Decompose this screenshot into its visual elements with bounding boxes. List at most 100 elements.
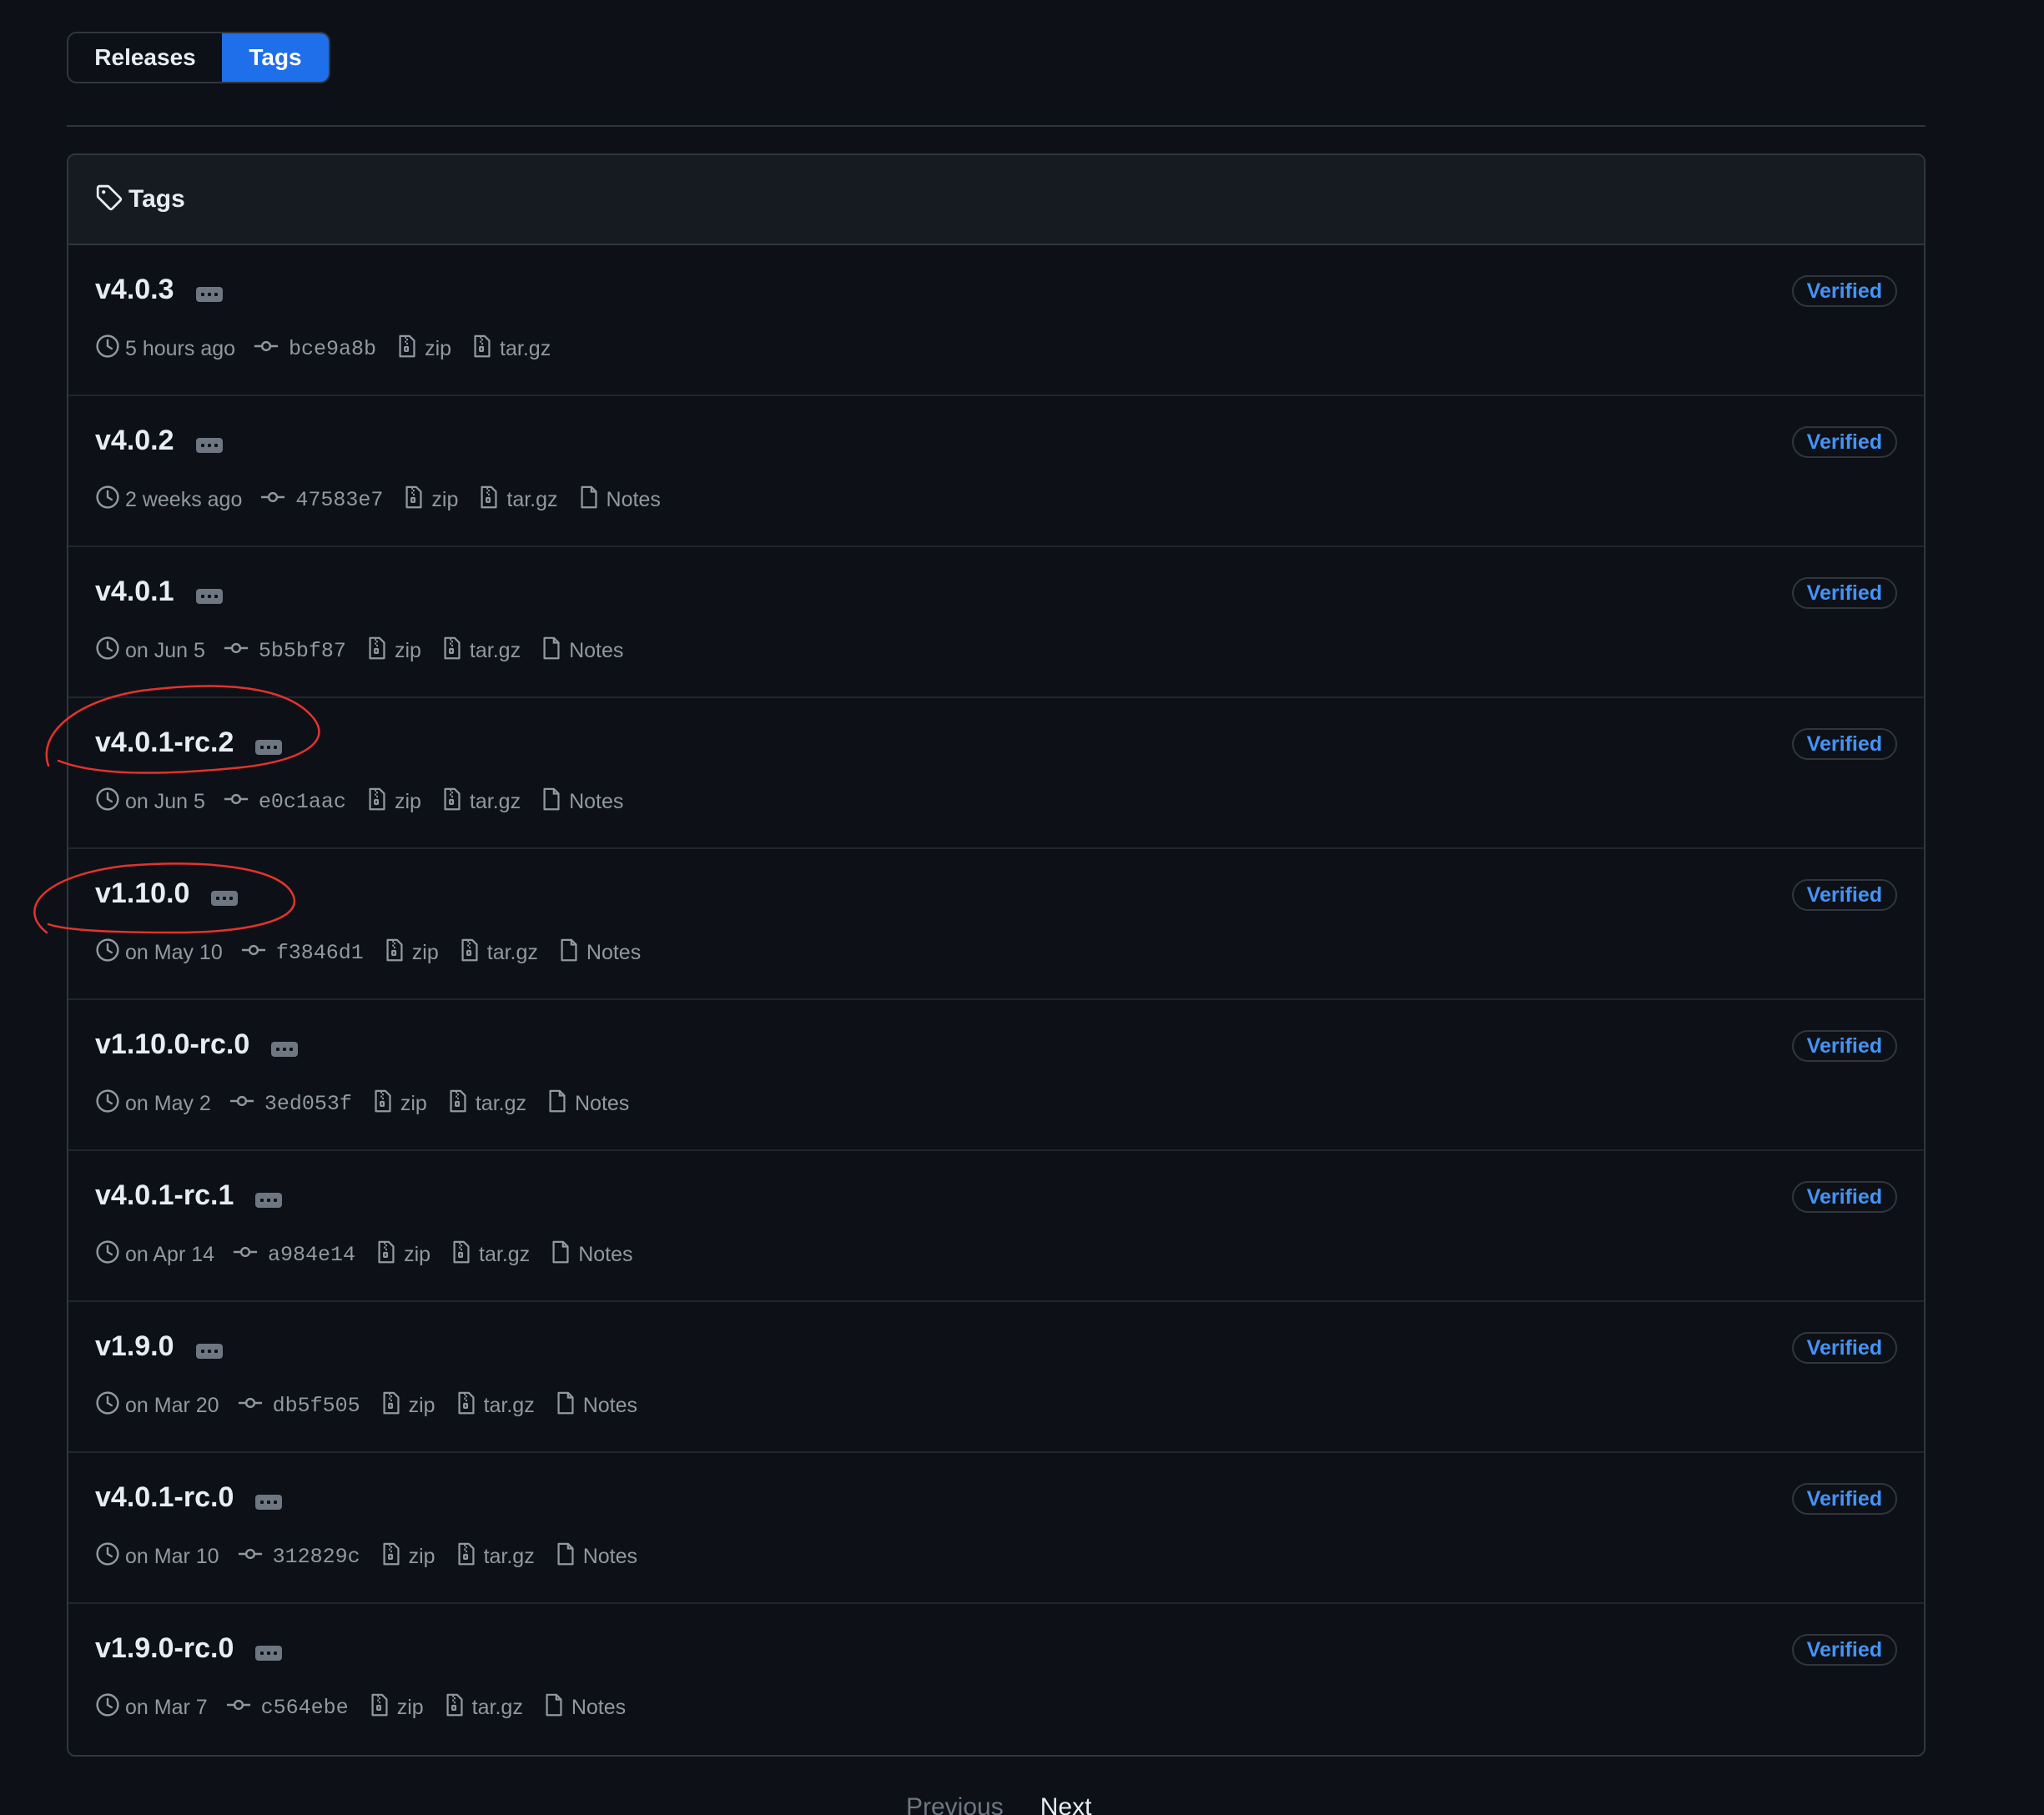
notes-label: Notes	[582, 1394, 638, 1417]
tags-tab[interactable]: Tags	[222, 33, 329, 82]
expand-details-button[interactable]	[255, 1645, 283, 1661]
commit-link[interactable]: c564ebe	[226, 1692, 349, 1723]
verified-badge[interactable]: Verified	[1791, 1634, 1897, 1666]
tag-row: v4.0.1-rc.0 Verified on Mar 10 312829c z…	[68, 1453, 1924, 1604]
zip-download-link[interactable]: zip	[370, 1088, 427, 1119]
expand-details-button[interactable]	[211, 890, 239, 906]
tag-name-link[interactable]: v1.10.0-rc.0	[95, 1028, 249, 1061]
next-page-button[interactable]: Next	[1040, 1793, 1092, 1815]
targz-label: tar.gz	[471, 1696, 523, 1719]
zip-download-link[interactable]: zip	[365, 787, 421, 817]
tag-name-link[interactable]: v1.9.0	[95, 1330, 174, 1363]
verified-badge[interactable]: Verified	[1791, 1181, 1897, 1213]
file-zip-icon	[365, 636, 390, 666]
targz-download-link[interactable]: tar.gz	[457, 938, 538, 968]
commit-link[interactable]: e0c1aac	[224, 787, 346, 817]
expand-details-button[interactable]	[195, 1343, 223, 1359]
expand-details-button[interactable]	[271, 1041, 299, 1057]
file-icon	[545, 1088, 570, 1119]
targz-download-link[interactable]: tar.gz	[446, 1088, 526, 1119]
commit-link[interactable]: f3846d1	[241, 938, 364, 968]
tag-name-link[interactable]: v4.0.1	[95, 576, 174, 608]
tag-name-link[interactable]: v4.0.1-rc.2	[95, 727, 234, 759]
expand-details-button[interactable]	[255, 739, 283, 755]
tag-meta: on May 10 f3846d1 zip tar.gz Notes	[95, 938, 659, 968]
tag-time-text: on May 10	[125, 941, 223, 964]
expand-details-button[interactable]	[195, 588, 223, 604]
verified-badge[interactable]: Verified	[1791, 728, 1897, 760]
expand-details-button[interactable]	[195, 286, 223, 302]
verified-badge[interactable]: Verified	[1791, 275, 1897, 307]
release-notes-link[interactable]: Notes	[553, 1390, 637, 1421]
tag-title-line: v4.0.1-rc.1	[95, 1179, 283, 1212]
release-notes-link[interactable]: Notes	[548, 1239, 633, 1270]
verified-badge[interactable]: Verified	[1791, 1332, 1897, 1364]
commit-link[interactable]: 312829c	[238, 1541, 360, 1572]
targz-download-link[interactable]: tar.gz	[449, 1239, 530, 1270]
verified-badge[interactable]: Verified	[1791, 1483, 1897, 1515]
release-notes-link[interactable]: Notes	[553, 1541, 637, 1572]
previous-page-button[interactable]: Previous	[906, 1793, 1004, 1815]
zip-download-link[interactable]: zip	[379, 1390, 435, 1421]
notes-label: Notes	[578, 1243, 633, 1266]
verified-badge[interactable]: Verified	[1791, 426, 1897, 458]
release-notes-link[interactable]: Notes	[576, 485, 661, 515]
expand-details-button[interactable]	[255, 1494, 283, 1510]
targz-label: tar.gz	[500, 337, 551, 360]
commit-link[interactable]: 47583e7	[260, 485, 383, 515]
zip-download-link[interactable]: zip	[365, 636, 421, 666]
tag-time-text: 5 hours ago	[125, 337, 236, 360]
targz-download-link[interactable]: tar.gz	[454, 1390, 535, 1421]
zip-download-link[interactable]: zip	[395, 334, 451, 365]
notes-label: Notes	[575, 1092, 630, 1115]
release-notes-link[interactable]: Notes	[539, 636, 623, 666]
zip-download-link[interactable]: zip	[401, 485, 458, 515]
tag-time-text: on Jun 5	[125, 790, 205, 813]
clock-icon	[95, 1088, 120, 1119]
release-notes-link[interactable]: Notes	[539, 787, 623, 817]
verified-badge[interactable]: Verified	[1791, 879, 1897, 911]
git-commit-icon	[238, 1541, 263, 1572]
tag-time-text: 2 weeks ago	[125, 488, 243, 511]
targz-download-link[interactable]: tar.gz	[470, 334, 551, 365]
release-notes-link[interactable]: Notes	[556, 938, 641, 968]
expand-details-button[interactable]	[195, 437, 223, 453]
commit-sha: a984e14	[268, 1243, 356, 1267]
tag-name-link[interactable]: v4.0.3	[95, 274, 174, 306]
targz-download-link[interactable]: tar.gz	[440, 636, 521, 666]
zip-download-link[interactable]: zip	[379, 1541, 435, 1572]
tag-name-link[interactable]: v4.0.1-rc.1	[95, 1179, 234, 1212]
file-zip-icon	[440, 636, 465, 666]
tag-title-line: v1.10.0	[95, 877, 239, 910]
release-notes-link[interactable]: Notes	[541, 1692, 626, 1723]
targz-download-link[interactable]: tar.gz	[440, 787, 521, 817]
releases-tab[interactable]: Releases	[68, 33, 222, 82]
tag-row: v4.0.2 Verified 2 weeks ago 47583e7 zip …	[68, 396, 1924, 547]
tag-name-link[interactable]: v4.0.1-rc.0	[95, 1481, 234, 1514]
commit-link[interactable]: 5b5bf87	[224, 636, 346, 666]
zip-download-link[interactable]: zip	[367, 1692, 424, 1723]
tag-time-text: on Jun 5	[125, 639, 205, 662]
zip-download-link[interactable]: zip	[374, 1239, 430, 1270]
commit-link[interactable]: bce9a8b	[254, 334, 376, 365]
tag-name-link[interactable]: v4.0.2	[95, 425, 174, 457]
tag-name-link[interactable]: v1.9.0-rc.0	[95, 1632, 234, 1665]
commit-link[interactable]: db5f505	[238, 1390, 360, 1421]
clock-icon	[95, 485, 120, 515]
tag-name-link[interactable]: v1.10.0	[95, 877, 189, 910]
commit-link[interactable]: 3ed053f	[229, 1088, 352, 1119]
zip-download-link[interactable]: zip	[382, 938, 439, 968]
verified-badge[interactable]: Verified	[1791, 577, 1897, 609]
file-zip-icon	[395, 334, 420, 365]
targz-download-link[interactable]: tar.gz	[454, 1541, 535, 1572]
commit-link[interactable]: a984e14	[233, 1239, 355, 1270]
tag-row: v1.10.0 Verified on May 10 f3846d1 zip t…	[68, 849, 1924, 1000]
file-zip-icon	[454, 1390, 479, 1421]
commit-sha: bce9a8b	[289, 337, 377, 361]
targz-label: tar.gz	[506, 488, 558, 511]
targz-download-link[interactable]: tar.gz	[476, 485, 558, 515]
verified-badge[interactable]: Verified	[1791, 1030, 1897, 1062]
release-notes-link[interactable]: Notes	[545, 1088, 629, 1119]
expand-details-button[interactable]	[255, 1192, 283, 1208]
targz-download-link[interactable]: tar.gz	[442, 1692, 523, 1723]
